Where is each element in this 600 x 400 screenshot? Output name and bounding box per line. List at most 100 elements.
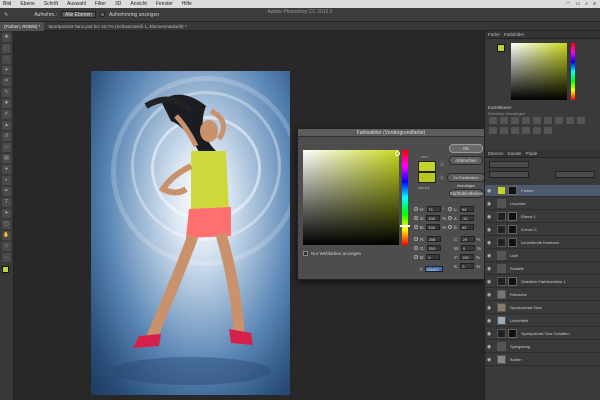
color-field[interactable]: [303, 150, 400, 245]
radio-b[interactable]: [414, 225, 418, 229]
current-color-swatch[interactable]: [418, 172, 436, 183]
eye-icon[interactable]: ◉: [485, 227, 493, 233]
eye-icon[interactable]: ◉: [485, 344, 493, 350]
eye-icon[interactable]: ◉: [485, 188, 493, 194]
brightness-icon[interactable]: [489, 117, 497, 124]
eye-icon[interactable]: ◉: [485, 279, 493, 285]
radio-blue[interactable]: [414, 255, 418, 259]
layer-mask-thumbnail[interactable]: [508, 238, 517, 247]
layer-mask-thumbnail[interactable]: [508, 186, 517, 195]
eye-icon[interactable]: ◉: [485, 357, 493, 363]
tab-sportportrait[interactable]: Sportportrait-Tanz.psd bei 16,7% (Schwar…: [44, 22, 190, 31]
eye-icon[interactable]: ◉: [485, 201, 493, 207]
blend-mode-select[interactable]: [489, 171, 529, 178]
radio-a[interactable]: [448, 216, 452, 220]
eyedropper-icon[interactable]: ✎: [2, 88, 11, 97]
tab-layers[interactable]: Ebenen: [488, 151, 504, 156]
radio-h[interactable]: [414, 207, 418, 211]
field-a-input[interactable]: -34: [459, 215, 474, 221]
gradient-tool-icon[interactable]: ▤: [2, 154, 11, 163]
eye-icon[interactable]: ◉: [485, 214, 493, 220]
zoom-tool-icon[interactable]: ⌕: [2, 242, 11, 251]
color-libraries-button[interactable]: Farbbibliotheken: [449, 189, 483, 198]
field-k-input[interactable]: 0: [460, 263, 475, 269]
radio-s[interactable]: [414, 216, 418, 220]
eye-icon[interactable]: ◉: [485, 266, 493, 272]
web-colors-checkbox[interactable]: [303, 251, 308, 256]
field-h-input[interactable]: 71: [426, 206, 441, 212]
field-m-input[interactable]: 0: [461, 245, 475, 251]
tab-swatches[interactable]: Farbfelder: [504, 32, 525, 37]
hue-slider-handle[interactable]: [400, 225, 410, 227]
layer-row[interactable]: ◉ Farben: [485, 185, 600, 197]
menu-item-fenster[interactable]: Fenster: [156, 1, 173, 7]
field-s-input[interactable]: 100: [426, 215, 441, 221]
document-canvas-image[interactable]: [91, 71, 290, 395]
field-blue-input[interactable]: 0: [426, 254, 441, 260]
eye-icon[interactable]: ◉: [485, 305, 493, 311]
tab-color[interactable]: Farbe: [488, 32, 500, 37]
shape-tool-icon[interactable]: ▢: [2, 220, 11, 229]
search-icon[interactable]: ⌕: [585, 1, 588, 7]
posterize-icon[interactable]: [511, 127, 519, 134]
marquee-tool-icon[interactable]: ⬚: [2, 44, 11, 53]
type-tool-icon[interactable]: T: [2, 198, 11, 207]
gradient-map-icon[interactable]: [533, 127, 541, 134]
black-white-icon[interactable]: [566, 117, 574, 124]
eraser-tool-icon[interactable]: ▭: [2, 143, 11, 152]
tab-channels[interactable]: Kanäle: [508, 151, 522, 156]
layer-row[interactable]: ◉ Leuchtende Konturen: [485, 237, 600, 249]
menu-item-ansicht[interactable]: Ansicht: [130, 1, 146, 7]
threshold-icon[interactable]: [522, 127, 530, 134]
tab-paths[interactable]: Pfade: [526, 151, 538, 156]
color-field-cursor[interactable]: [395, 151, 400, 156]
panel-color-field[interactable]: [511, 43, 567, 100]
menu-item-ebene[interactable]: Ebene: [20, 1, 34, 7]
hex-input[interactable]: d0fd00: [424, 266, 443, 272]
layer-row[interactable]: ◉ Spiegelung: [485, 341, 600, 353]
layer-mask-thumbnail[interactable]: [508, 225, 517, 234]
invert-icon[interactable]: [500, 127, 508, 134]
dodge-tool-icon[interactable]: ◐: [2, 176, 11, 185]
layer-row[interactable]: ◉ Ebene 1: [485, 211, 600, 223]
gamut-warning-icon[interactable]: △: [440, 161, 444, 167]
eye-icon[interactable]: ◉: [485, 240, 493, 246]
foreground-color-swatch[interactable]: [1, 266, 9, 273]
hue-saturation-icon[interactable]: [544, 117, 552, 124]
layer-row[interactable]: ◉ Retusche: [485, 289, 600, 301]
eye-icon[interactable]: ◉: [485, 318, 493, 324]
menu-item-filter[interactable]: Filter: [95, 1, 106, 7]
exposure-icon[interactable]: [522, 117, 530, 124]
path-select-icon[interactable]: ➤: [2, 209, 11, 218]
layer-row[interactable]: ◉ Licht: [485, 250, 600, 262]
ok-button[interactable]: OK: [449, 144, 483, 153]
layer-row[interactable]: ◉ Sportportrait-Tanz: [485, 302, 600, 314]
brush-tool-icon[interactable]: ✐: [2, 110, 11, 119]
dialog-title[interactable]: Farbwähler (Vordergrundfarbe): [298, 129, 484, 137]
radio-l[interactable]: [448, 207, 452, 211]
layer-row[interactable]: ◉ Schärfe: [485, 263, 600, 275]
layer-row[interactable]: ◉ Selektive Farbkorrektur 1: [485, 276, 600, 288]
healing-brush-icon[interactable]: ✚: [2, 99, 11, 108]
color-balance-icon[interactable]: [555, 117, 563, 124]
layer-mask-thumbnail[interactable]: [508, 277, 517, 286]
layer-row[interactable]: ◉ Lichteffekt: [485, 315, 600, 327]
layer-mask-thumbnail[interactable]: [508, 329, 517, 338]
vibrance-icon[interactable]: [533, 117, 541, 124]
field-r-input[interactable]: 208: [426, 236, 441, 242]
tab-farben[interactable]: (Farben, RGB/8) *: [0, 22, 45, 31]
field-g-input[interactable]: 253: [426, 245, 441, 251]
opacity-field[interactable]: [555, 171, 595, 178]
layer-row[interactable]: ◉ Sportportrait-Tanz Schatten: [485, 328, 600, 340]
more-tools-icon[interactable]: …: [2, 253, 11, 262]
photo-filter-icon[interactable]: [577, 117, 585, 124]
curves-icon[interactable]: [511, 117, 519, 124]
layer-row[interactable]: ◉ Boden: [485, 354, 600, 366]
eye-icon[interactable]: ◉: [485, 331, 493, 337]
selective-color-icon[interactable]: [544, 127, 552, 134]
menu-item-bild[interactable]: Bild: [3, 1, 11, 7]
crop-tool-icon[interactable]: ⌗: [2, 77, 11, 86]
field-c-input[interactable]: 29: [460, 236, 475, 242]
history-brush-icon[interactable]: ↺: [2, 132, 11, 141]
menu-item-3d[interactable]: 3D: [115, 1, 121, 7]
